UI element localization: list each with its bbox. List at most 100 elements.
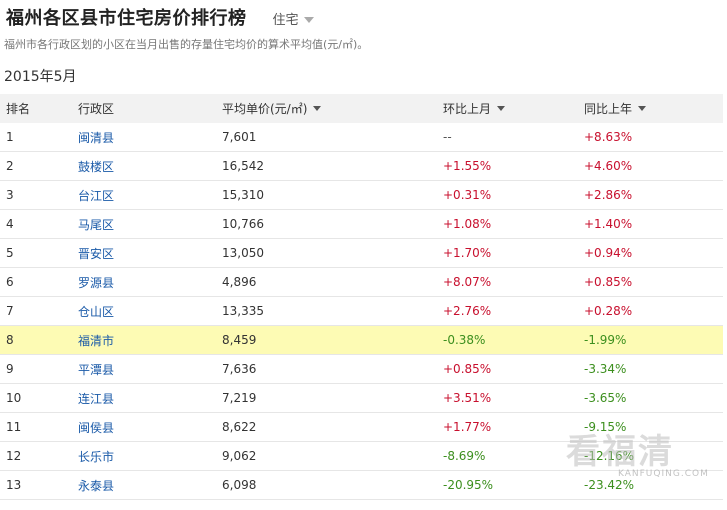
district-cell: 罗源县 bbox=[72, 274, 216, 291]
yoy-change-cell: -23.42% bbox=[584, 478, 635, 492]
page-header: 福州各区县市住宅房价排行榜 住宅 bbox=[6, 4, 314, 30]
sort-desc-icon bbox=[638, 106, 647, 111]
district-link[interactable]: 鼓楼区 bbox=[78, 160, 114, 174]
rank-cell: 5 bbox=[6, 246, 14, 260]
table-row: 11 闽侯县 8,622 +1.77% -9.15% bbox=[0, 413, 723, 442]
price-cell: 7,636 bbox=[222, 362, 257, 376]
mom-change-cell: -- bbox=[443, 130, 452, 144]
district-link[interactable]: 平潭县 bbox=[78, 363, 114, 377]
yoy-change-cell: +0.85% bbox=[584, 275, 633, 289]
district-link[interactable]: 罗源县 bbox=[78, 276, 114, 290]
yoy-change-cell: +0.28% bbox=[584, 304, 633, 318]
table-row: 2 鼓楼区 16,542 +1.55% +4.60% bbox=[0, 152, 723, 181]
price-cell: 10,766 bbox=[222, 217, 264, 231]
table-row: 6 罗源县 4,896 +8.07% +0.85% bbox=[0, 268, 723, 297]
district-link[interactable]: 晋安区 bbox=[78, 247, 114, 261]
table-row: 8 福清市 8,459 -0.38% -1.99% bbox=[0, 326, 723, 355]
district-link[interactable]: 永泰县 bbox=[78, 479, 114, 493]
district-cell: 台江区 bbox=[72, 187, 216, 204]
mom-change-cell: +8.07% bbox=[443, 275, 492, 289]
col-price-label: 平均单价(元/㎡) bbox=[222, 102, 308, 116]
rank-cell: 6 bbox=[6, 275, 14, 289]
table-row: 9 平潭县 7,636 +0.85% -3.34% bbox=[0, 355, 723, 384]
mom-change-cell: +2.76% bbox=[443, 304, 492, 318]
col-yoy-label: 同比上年 bbox=[584, 102, 633, 116]
price-cell: 7,219 bbox=[222, 391, 257, 405]
yoy-change-cell: +4.60% bbox=[584, 159, 633, 173]
mom-change-cell: +1.08% bbox=[443, 217, 492, 231]
district-cell: 仓山区 bbox=[72, 303, 216, 320]
sort-desc-icon bbox=[313, 106, 322, 111]
property-type-dropdown[interactable]: 住宅 bbox=[273, 9, 314, 30]
col-price-header[interactable]: 平均单价(元/㎡) bbox=[216, 100, 437, 117]
price-cell: 6,098 bbox=[222, 478, 257, 492]
rank-cell: 10 bbox=[6, 391, 22, 405]
rank-cell: 7 bbox=[6, 304, 14, 318]
rank-cell: 8 bbox=[6, 333, 14, 347]
table-row: 13 永泰县 6,098 -20.95% -23.42% bbox=[0, 471, 723, 500]
period-label: 2015年5月 bbox=[4, 69, 77, 85]
district-cell: 福清市 bbox=[72, 332, 216, 349]
district-link[interactable]: 连江县 bbox=[78, 392, 114, 406]
rank-cell: 2 bbox=[6, 159, 14, 173]
district-cell: 马尾区 bbox=[72, 216, 216, 233]
property-type-value: 住宅 bbox=[272, 13, 299, 28]
price-cell: 9,062 bbox=[222, 449, 257, 463]
district-link[interactable]: 闽清县 bbox=[78, 131, 114, 145]
ranking-table: 排名 行政区 平均单价(元/㎡) 环比上月 同比上年 1 闽清县 7,601 -- +8… bbox=[0, 94, 723, 500]
rank-cell: 4 bbox=[6, 217, 14, 231]
district-cell: 鼓楼区 bbox=[72, 158, 216, 175]
district-link[interactable]: 台江区 bbox=[78, 189, 114, 203]
sort-desc-icon bbox=[497, 106, 506, 111]
mom-change-cell: +1.77% bbox=[443, 420, 492, 434]
col-yoy-header[interactable]: 同比上年 bbox=[578, 100, 723, 117]
district-cell: 平潭县 bbox=[72, 361, 216, 378]
district-cell: 闽清县 bbox=[72, 129, 216, 146]
district-cell: 晋安区 bbox=[72, 245, 216, 262]
mom-change-cell: +3.51% bbox=[443, 391, 492, 405]
page-title: 福州各区县市住宅房价排行榜 bbox=[6, 8, 247, 29]
yoy-change-cell: +1.40% bbox=[584, 217, 633, 231]
district-cell: 连江县 bbox=[72, 390, 216, 407]
district-link[interactable]: 长乐市 bbox=[78, 450, 114, 464]
rank-cell: 9 bbox=[6, 362, 14, 376]
table-row: 12 长乐市 9,062 -8.69% -12.16% bbox=[0, 442, 723, 471]
rank-cell: 12 bbox=[6, 449, 22, 463]
page-description: 福州市各行政区划的小区在当月出售的存量住宅均价的算术平均值(元/㎡)。 bbox=[4, 38, 369, 51]
district-link[interactable]: 福清市 bbox=[78, 334, 114, 348]
yoy-change-cell: +2.86% bbox=[584, 188, 633, 202]
district-cell: 长乐市 bbox=[72, 448, 216, 465]
table-row: 7 仓山区 13,335 +2.76% +0.28% bbox=[0, 297, 723, 326]
price-cell: 15,310 bbox=[222, 188, 264, 202]
col-mom-label: 环比上月 bbox=[443, 102, 492, 116]
price-cell: 8,622 bbox=[222, 420, 257, 434]
price-cell: 4,896 bbox=[222, 275, 257, 289]
mom-change-cell: -0.38% bbox=[443, 333, 486, 347]
district-link[interactable]: 马尾区 bbox=[78, 218, 114, 232]
district-link[interactable]: 仓山区 bbox=[78, 305, 114, 319]
price-cell: 16,542 bbox=[222, 159, 264, 173]
rank-cell: 3 bbox=[6, 188, 14, 202]
table-row: 1 闽清县 7,601 -- +8.63% bbox=[0, 123, 723, 152]
price-cell: 13,050 bbox=[222, 246, 264, 260]
table-body: 1 闽清县 7,601 -- +8.63% 2 鼓楼区 16,542 +1.55% +4.60% 3… bbox=[0, 123, 723, 500]
yoy-change-cell: -9.15% bbox=[584, 420, 627, 434]
yoy-change-cell: +0.94% bbox=[584, 246, 633, 260]
table-row: 3 台江区 15,310 +0.31% +2.86% bbox=[0, 181, 723, 210]
district-link[interactable]: 闽侯县 bbox=[78, 421, 114, 435]
col-mom-header[interactable]: 环比上月 bbox=[437, 100, 578, 117]
col-rank-header: 排名 bbox=[6, 102, 31, 116]
table-row: 5 晋安区 13,050 +1.70% +0.94% bbox=[0, 239, 723, 268]
table-row: 4 马尾区 10,766 +1.08% +1.40% bbox=[0, 210, 723, 239]
yoy-change-cell: -3.34% bbox=[584, 362, 627, 376]
rank-cell: 1 bbox=[6, 130, 14, 144]
district-cell: 闽侯县 bbox=[72, 419, 216, 436]
col-district-header: 行政区 bbox=[78, 102, 115, 116]
mom-change-cell: +1.70% bbox=[443, 246, 492, 260]
price-cell: 8,459 bbox=[222, 333, 257, 347]
yoy-change-cell: +8.63% bbox=[584, 130, 633, 144]
mom-change-cell: +0.31% bbox=[443, 188, 492, 202]
yoy-change-cell: -1.99% bbox=[584, 333, 627, 347]
mom-change-cell: +1.55% bbox=[443, 159, 492, 173]
yoy-change-cell: -3.65% bbox=[584, 391, 627, 405]
